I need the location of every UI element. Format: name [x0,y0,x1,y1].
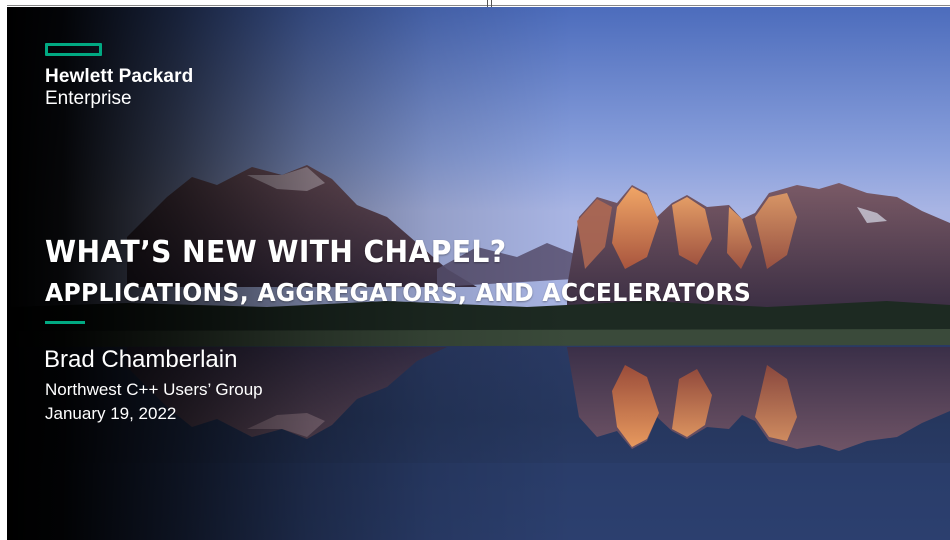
presentation-window: Hewlett Packard Enterprise WHAT’S NEW WI… [0,0,950,540]
top-divider-line [7,5,950,6]
slide-subtitle: APPLICATIONS, AGGREGATORS, AND ACCELERAT… [45,278,752,307]
logo-company-name: Hewlett Packard [45,66,194,87]
hpe-logo-element-icon [45,43,102,56]
presenter-name: Brad Chamberlain [44,346,238,373]
event-name: Northwest C++ Users’ Group [45,380,263,399]
slide-title: WHAT’S NEW WITH CHAPEL? [45,235,507,270]
top-splitter-handle[interactable] [487,0,492,7]
title-accent-bar [45,321,85,324]
event-date: January 19, 2022 [45,404,177,423]
hpe-logo: Hewlett Packard Enterprise [45,43,193,110]
logo-company-subname: Enterprise [45,88,132,109]
window-top-edge [0,0,950,7]
title-slide[interactable]: Hewlett Packard Enterprise WHAT’S NEW WI… [7,7,950,540]
